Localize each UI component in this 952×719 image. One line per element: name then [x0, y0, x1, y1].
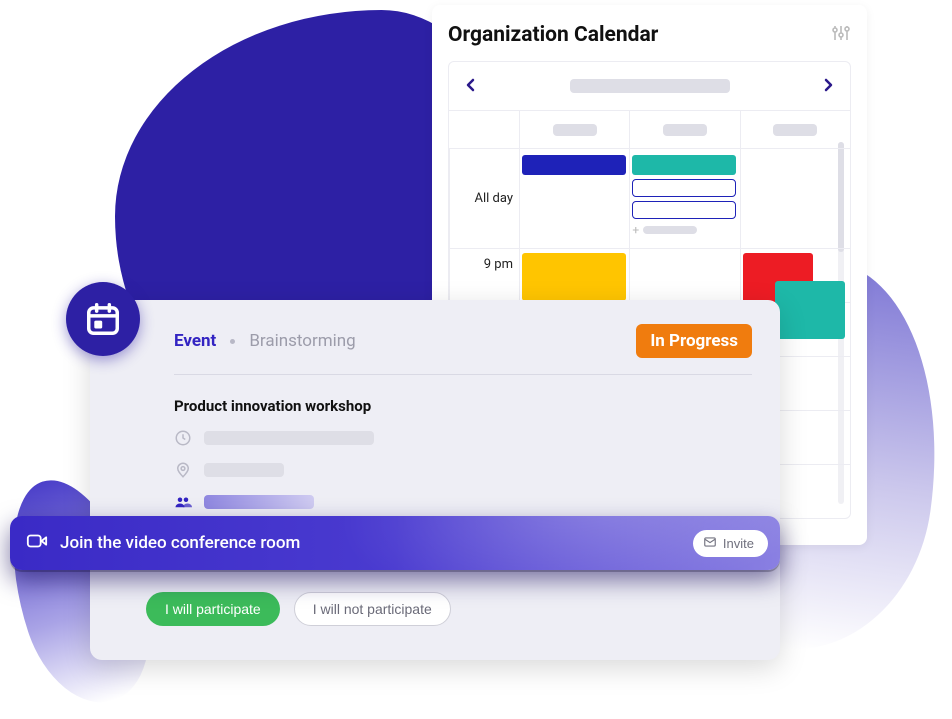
calendar-cell[interactable] [629, 248, 739, 302]
calendar-cell[interactable] [519, 148, 629, 248]
decline-button[interactable]: I will not participate [294, 592, 451, 626]
day-header [629, 110, 739, 148]
conference-text: Join the video conference room [60, 533, 300, 553]
calendar-cell[interactable] [740, 148, 850, 248]
divider [174, 374, 752, 375]
calendar-cell[interactable]: + [629, 148, 739, 248]
pin-icon [174, 461, 192, 479]
period-label-placeholder [570, 79, 730, 93]
invite-button[interactable]: Invite [693, 530, 768, 557]
breadcrumb: Event Brainstorming [174, 331, 356, 351]
row-allday-label: All day [449, 148, 519, 248]
calendar-cell[interactable] [519, 248, 629, 302]
placeholder [204, 463, 284, 477]
event-time-row [174, 429, 752, 447]
separator-dot [230, 339, 235, 344]
status-badge: In Progress [636, 324, 752, 358]
placeholder [204, 495, 314, 509]
prev-button[interactable] [463, 74, 479, 98]
calendar-badge-icon [66, 282, 140, 356]
participate-button[interactable]: I will participate [146, 592, 280, 626]
event-location-row [174, 461, 752, 479]
day-header [740, 110, 850, 148]
next-button[interactable] [820, 74, 836, 98]
conference-banner[interactable]: Join the video conference room Invite [10, 516, 780, 570]
more-events[interactable]: + [632, 223, 697, 237]
event-block[interactable] [632, 179, 736, 197]
event-block[interactable] [632, 155, 736, 175]
crumb-event[interactable]: Event [174, 331, 216, 351]
crumb-type: Brainstorming [249, 331, 355, 351]
video-icon [26, 530, 48, 557]
event-title: Product innovation workshop [174, 397, 752, 415]
calendar-title: Organization Calendar [448, 23, 658, 47]
event-block[interactable] [632, 201, 736, 219]
settings-icon[interactable] [831, 23, 851, 47]
clock-icon [174, 429, 192, 447]
placeholder [204, 431, 374, 445]
people-icon [174, 493, 192, 511]
event-attendees-row[interactable] [174, 493, 752, 511]
row-9pm-label: 9 pm [449, 248, 519, 302]
day-header [519, 110, 629, 148]
event-block[interactable] [522, 155, 626, 175]
mail-icon [703, 535, 717, 552]
event-block[interactable] [775, 281, 845, 339]
event-block[interactable] [522, 253, 626, 301]
invite-label: Invite [723, 536, 754, 551]
